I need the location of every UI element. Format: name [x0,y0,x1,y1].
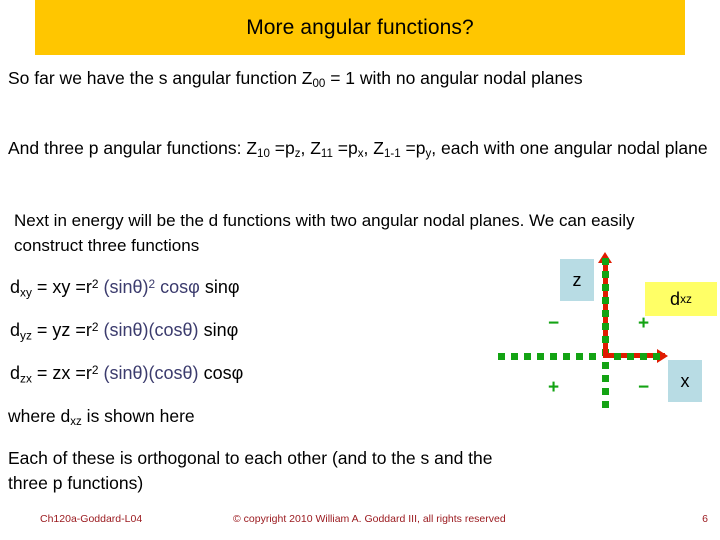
para-where-text-a: where d [8,406,71,426]
nodal-dot [614,353,621,360]
footer-course-label: Ch120a-Goddard-L04 [40,513,143,525]
nodal-dot [537,353,544,360]
nodal-dot [563,353,570,360]
nodal-dot [602,336,609,343]
nodal-dot [576,353,583,360]
para-1-text-g: , each with one angular nodal plane [431,138,708,158]
para-0-text-b: = 1 with no angular nodal planes [325,68,583,88]
para-1-subscript-3: 11 [320,148,333,161]
nodal-dot [511,353,518,360]
para-1-text-a: And three p angular functions: Z [8,138,258,158]
formula-0-trig-a: (sinθ) [98,277,149,297]
formula-1-exp: 2 [91,320,99,335]
para-0-text-a: So far we have the s angular function Z [8,68,313,88]
formula-0-exp: 2 [91,277,99,292]
para-1-text-b: =p [269,138,295,158]
para-1-text-e: , Z [363,138,384,158]
orbital-name-sub: xz [680,292,692,306]
page-number: 6 [702,513,708,525]
x-axis-label: x [668,360,702,402]
page-title: More angular functions? [246,15,474,39]
lobe-sign-bottom-left: + [548,377,560,398]
paragraph-orthogonality: Each of these is orthogonal to each othe… [8,448,493,493]
formula-0-mid: = xy =r [31,277,92,297]
nodal-dot [602,375,609,382]
formula-1-lead: d [10,320,21,340]
para-1-subscript-5: 1-1 [383,148,401,161]
orbital-name-badge: d xz [645,282,717,316]
nodal-dot [602,310,609,317]
para-1-text-f: =p [400,138,426,158]
paragraph-d-functions: Next in energy will be the d functions w… [14,211,635,255]
formula-2-exp: 2 [91,363,99,378]
formula-1-trig-a: (sinθ)(cosθ) [98,320,199,340]
formula-0-tail: sinφ [199,277,240,297]
slide-footer: Ch120a-Goddard-L04 © copyright 2010 Will… [0,513,720,533]
formula-2-trig-a: (sinθ)(cosθ) [98,363,199,383]
para-1-subscript-1: 10 [257,148,270,161]
nodal-dot [653,353,660,360]
para-1-text-d: =p [332,138,358,158]
formula-2-sub: zx [20,371,32,386]
nodal-dot [524,353,531,360]
nodal-dot [602,284,609,291]
formula-dzx: dzx = zx =r2 (sinθ)(cosθ) cosφ [10,363,243,385]
z-axis-label: z [560,259,594,301]
lobe-sign-top-left: − [548,313,560,334]
formula-dyz: dyz = yz =r2 (sinθ)(cosθ) sinφ [10,320,238,342]
nodal-dot [602,388,609,395]
para-where-subscript: xz [70,416,82,429]
formula-dxy: dxy = xy =r2 (sinθ)2 cosφ sinφ [10,277,240,299]
dxz-orbital-diagram: − + + − z x d xz [490,252,720,417]
formula-2-mid: = zx =r [31,363,92,383]
nodal-dot [589,353,596,360]
formula-1-sub: yz [20,328,32,343]
footer-copyright-label: © copyright 2010 William A. Goddard III,… [233,513,506,525]
lobe-sign-bottom-right: − [638,377,650,398]
formula-2-lead: d [10,363,21,383]
nodal-dot [602,258,609,265]
formula-0-sub: xy [20,285,32,300]
orbital-name-lead: d [670,288,681,309]
nodal-dot [602,271,609,278]
formula-0-trig-b: cosφ [155,277,200,297]
title-banner: More angular functions? [35,0,685,55]
formula-0-lead: d [10,277,21,297]
lobe-sign-top-right: + [638,313,650,334]
paragraph-s-function: So far we have the s angular function Z0… [8,66,708,97]
formula-1-mid: = yz =r [31,320,92,340]
formula-2-tail: cosφ [198,363,244,383]
para-0-subscript: 00 [312,78,326,91]
nodal-dot [602,401,609,408]
nodal-dot [602,362,609,369]
slide-canvas: More angular functions? So far we have t… [0,0,720,540]
nodal-dot [602,297,609,304]
nodal-dot [602,323,609,330]
nodal-dot [498,353,505,360]
nodal-dot [640,353,647,360]
nodal-dot [550,353,557,360]
para-1-text-c: , Z [300,138,321,158]
paragraph-p-functions: And three p angular functions: Z10 =pz, … [8,136,720,167]
nodal-dot [627,353,634,360]
paragraph-where-dxz: where dxz is shown here [8,404,428,435]
formula-1-tail: sinφ [198,320,239,340]
para-where-text-b: is shown here [81,406,195,426]
